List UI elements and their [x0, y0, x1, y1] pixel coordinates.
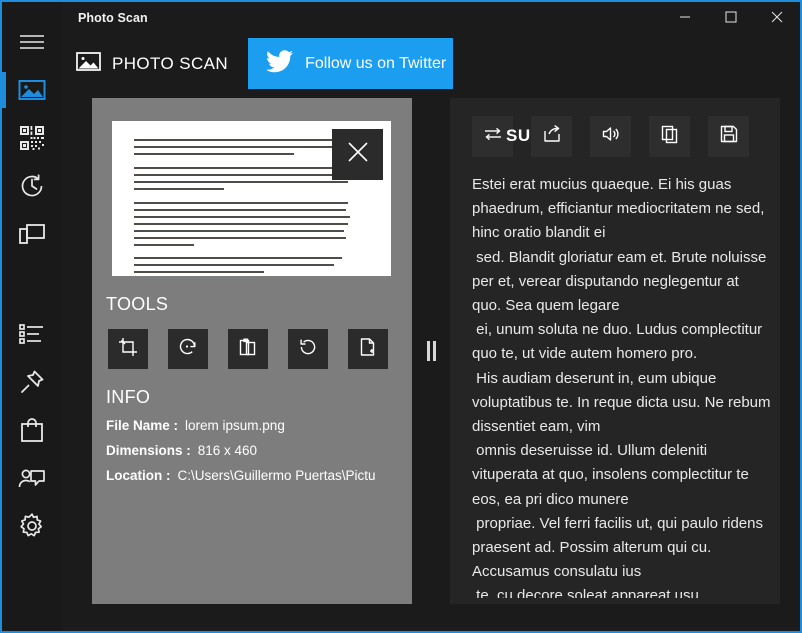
crop-icon [118, 337, 138, 362]
close-button[interactable] [754, 2, 800, 36]
save-button[interactable] [708, 116, 749, 157]
hamburger-menu-icon [19, 33, 45, 51]
info-key: Location : [106, 468, 171, 483]
info-value: C:\Users\Guillermo Puertas\Pictu [177, 468, 376, 483]
shopping-bag-icon [20, 417, 44, 443]
translate-swap-icon [483, 124, 503, 149]
maximize-button[interactable] [708, 2, 754, 36]
devices-icon [18, 222, 46, 246]
brand-label: PHOTO SCAN [112, 53, 229, 73]
crop-button[interactable] [108, 329, 148, 369]
tools-heading: TOOLS [106, 294, 169, 314]
copy-text-button[interactable] [649, 116, 690, 157]
sidebar-item-history[interactable] [2, 162, 62, 210]
app-header: PHOTO SCAN Follow us on Twitter [62, 36, 800, 91]
share-button[interactable] [531, 116, 572, 157]
photo-panel: TOOLS INFO File Name: lorem ipsum.png D… [92, 98, 412, 604]
image-icon [18, 78, 46, 102]
sidebar-item-list[interactable] [2, 310, 62, 358]
sidebar-item-pin[interactable] [2, 358, 62, 406]
app-window: Photo Scan PHOTO SCAN Follow us on Twitt… [0, 0, 802, 633]
rotate-button[interactable] [288, 329, 328, 369]
save-icon [719, 124, 739, 149]
sidebar-item-photo-scan[interactable] [2, 66, 62, 114]
ocr-text-panel: SU Estei erat mucius quaeque. Ei his gua… [450, 98, 780, 604]
magic-rotate-icon [178, 337, 198, 362]
info-value: lorem ipsum.png [185, 418, 285, 433]
copy-icon [660, 124, 680, 149]
list-icon [19, 323, 45, 345]
minimize-icon [679, 10, 691, 28]
twitter-bird-icon [266, 49, 294, 78]
title-bar: Photo Scan [62, 2, 800, 36]
image-icon [76, 51, 101, 77]
speaker-icon [601, 124, 621, 149]
pin-icon [19, 369, 45, 395]
ocr-text-content[interactable]: Estei erat mucius quaeque. Ei his guas p… [472, 173, 772, 598]
twitter-button-label: Follow us on Twitter [305, 54, 447, 72]
translate-button[interactable] [472, 116, 513, 157]
info-key: Dimensions : [106, 443, 191, 458]
sidebar-rail [2, 2, 62, 631]
share-icon [542, 124, 562, 149]
feedback-icon [18, 466, 46, 490]
sidebar-item-feedback[interactable] [2, 454, 62, 502]
settings-gear-icon [18, 512, 46, 540]
minimize-button[interactable] [662, 2, 708, 36]
close-icon [347, 141, 369, 168]
info-heading: INFO [106, 387, 151, 407]
history-clock-icon [19, 173, 45, 199]
sidebar-item-store[interactable] [2, 406, 62, 454]
sidebar-item-settings[interactable] [2, 502, 62, 550]
qr-code-icon [19, 125, 45, 151]
maximize-icon [725, 10, 737, 28]
text-toolbar [472, 116, 749, 157]
rotate-icon [298, 337, 318, 362]
new-document-icon [358, 337, 378, 362]
close-preview-button[interactable] [332, 129, 383, 180]
tools-row [108, 329, 388, 369]
follow-twitter-button[interactable]: Follow us on Twitter [248, 38, 454, 89]
window-title: Photo Scan [78, 11, 148, 25]
info-key: File Name : [106, 418, 179, 433]
close-icon [771, 10, 783, 28]
sidebar-item-menu[interactable] [2, 18, 62, 66]
brand: PHOTO SCAN [76, 36, 228, 91]
info-row: Location : C:\Users\Guillermo Puertas\Pic… [106, 468, 376, 483]
new-scan-button[interactable] [348, 329, 388, 369]
auto-enhance-button[interactable] [168, 329, 208, 369]
panel-splitter[interactable] [412, 98, 450, 604]
copy-image-button[interactable] [228, 329, 268, 369]
read-aloud-button[interactable] [590, 116, 631, 157]
splitter-grip-icon [426, 341, 436, 361]
info-row: File Name : lorem ipsum.png [106, 418, 285, 433]
sidebar-item-devices[interactable] [2, 210, 62, 258]
info-row: Dimensions : 816 x 460 [106, 443, 257, 458]
info-value: 816 x 460 [197, 443, 258, 458]
sidebar-item-qr-code[interactable] [2, 114, 62, 162]
clipboard-icon [238, 337, 258, 362]
